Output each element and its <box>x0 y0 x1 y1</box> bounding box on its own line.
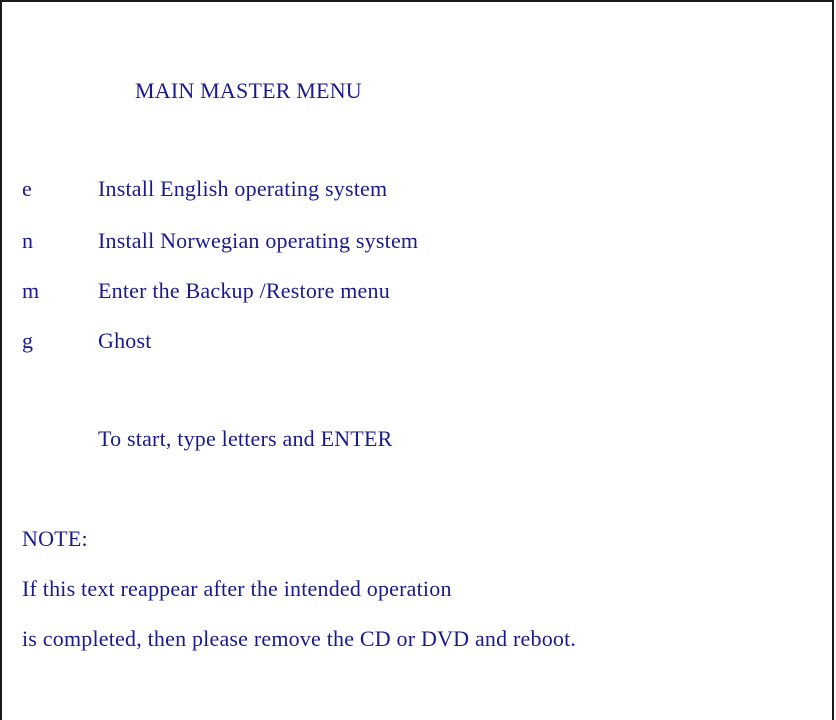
menu-item-label-backup-restore: Enter the Backup /Restore menu <box>98 278 390 303</box>
menu-item-label-ghost: Ghost <box>98 328 152 353</box>
note-line-2: is completed, then please remove the CD … <box>22 626 577 651</box>
note-line-1: If this text reappear after the intended… <box>22 576 452 601</box>
menu-item-label-install-english: Install English operating system <box>98 176 388 201</box>
menu-item-key-n: n <box>22 228 34 253</box>
menu-frame: MAIN MASTER MENU e Install English opera… <box>0 0 834 720</box>
menu-item-key-m: m <box>22 278 40 303</box>
menu-title: MAIN MASTER MENU <box>135 78 362 103</box>
menu-item-key-e: e <box>22 176 32 201</box>
note-heading: NOTE: <box>22 526 88 551</box>
start-instruction: To start, type letters and ENTER <box>98 426 393 451</box>
menu-item-key-g: g <box>22 328 34 353</box>
menu-item-label-install-norwegian: Install Norwegian operating system <box>98 228 419 253</box>
